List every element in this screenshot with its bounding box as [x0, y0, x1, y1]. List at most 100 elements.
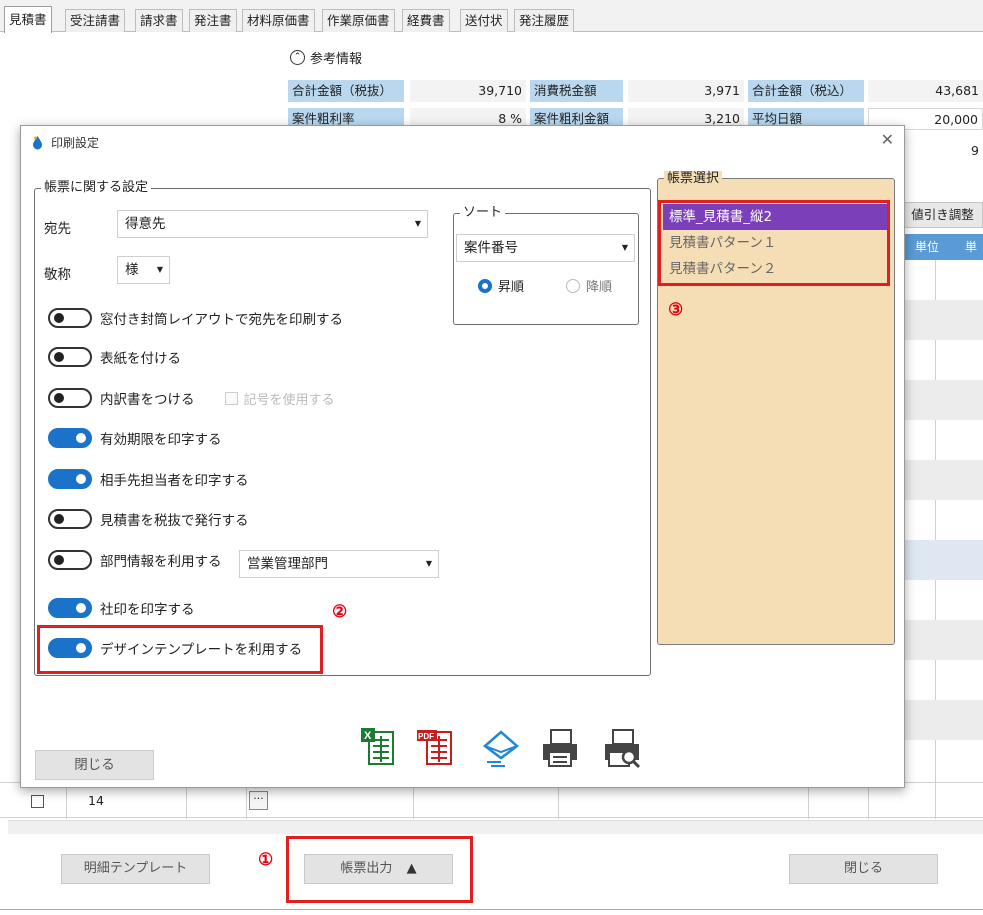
column-divider	[186, 783, 187, 819]
toggle-switch[interactable]	[48, 469, 92, 489]
grid-header-unit: 単位	[915, 240, 940, 254]
mail-icon[interactable]	[479, 726, 523, 770]
total-ex-tax-value: 39,710	[410, 80, 526, 102]
toggle-breakdown[interactable]: 内訳書をつける 記号を使用する	[48, 388, 335, 408]
column-divider	[558, 783, 559, 819]
partial-value: 9	[971, 143, 979, 158]
sort-select[interactable]: 案件番号 ▼	[456, 234, 635, 262]
slip-output-label: 帳票出力	[340, 861, 393, 876]
toggle-switch[interactable]	[48, 388, 92, 408]
toggle-expiry-date[interactable]: 有効期限を印字する	[48, 428, 222, 448]
chevron-down-icon: ▼	[621, 243, 628, 252]
dialog-title-bar: 印刷設定	[31, 134, 99, 151]
column-divider	[935, 783, 936, 819]
total-ex-tax-label: 合計金額（税抜）	[288, 80, 404, 102]
row-detail-button[interactable]: ···	[249, 791, 268, 810]
close-icon[interactable]: ✕	[881, 130, 894, 149]
discount-adjust-button[interactable]: 値引き調整	[902, 202, 983, 228]
department-select[interactable]: 営業管理部門 ▼	[239, 550, 439, 578]
grid-row-band	[905, 620, 983, 660]
tab-work-cost[interactable]: 作業原価書	[322, 9, 395, 32]
toggle-label: 部門情報を利用する	[100, 554, 222, 570]
toggle-cover-page[interactable]: 表紙を付ける	[48, 347, 181, 367]
radio-empty-icon	[566, 278, 580, 293]
column-divider	[246, 783, 247, 819]
honorific-select[interactable]: 様 ▼	[117, 256, 170, 284]
tab-material-cost[interactable]: 材料原価書	[242, 9, 315, 32]
marker-1: ①	[258, 850, 274, 870]
toggle-label: 相手先担当者を印字する	[100, 473, 249, 489]
reference-info-title: 参考情報	[310, 52, 363, 67]
column-divider	[413, 783, 414, 819]
sort-value: 案件番号	[464, 240, 518, 256]
print-settings-dialog: 印刷設定 ✕ 帳票に関する設定 宛先 得意先 ▼ 敬称 様 ▼ ソート 案件番号…	[20, 125, 905, 788]
recipient-select[interactable]: 得意先 ▼	[117, 210, 428, 238]
toggle-window-envelope[interactable]: 窓付き封筒レイアウトで宛先を印刷する	[48, 308, 343, 328]
toggle-company-seal[interactable]: 社印を印字する	[48, 598, 195, 618]
chevron-down-icon: ▼	[156, 265, 163, 274]
tax-amount-value: 3,971	[628, 80, 744, 102]
sort-ascending-label: 昇順	[498, 280, 525, 295]
toggle-contact-person[interactable]: 相手先担当者を印字する	[48, 469, 249, 489]
toggle-label: 有効期限を印字する	[100, 432, 222, 448]
row-checkbox[interactable]	[31, 795, 44, 808]
toggle-switch[interactable]	[48, 308, 92, 328]
toggle-switch[interactable]	[48, 347, 92, 367]
toggle-department-info[interactable]: 部門情報を利用する	[48, 550, 222, 570]
toggle-label: 表紙を付ける	[100, 351, 181, 367]
toggle-switch[interactable]	[48, 509, 92, 529]
toggle-label: 社印を印字する	[100, 602, 195, 618]
total-in-tax-value: 43,681	[868, 80, 983, 102]
chevron-down-icon: ▼	[425, 559, 432, 568]
tab-invoice[interactable]: 請求書	[135, 9, 183, 32]
main-close-button[interactable]: 閉じる	[789, 854, 938, 884]
dialog-close-button[interactable]: 閉じる	[35, 750, 154, 780]
toggle-switch[interactable]	[48, 598, 92, 618]
recipient-label: 宛先	[44, 221, 71, 237]
tab-purchase-order[interactable]: 発注書	[189, 9, 237, 32]
detail-template-button[interactable]: 明細テンプレート	[61, 854, 210, 884]
department-value: 営業管理部門	[247, 556, 328, 572]
recipient-value: 得意先	[125, 216, 166, 232]
horizontal-scrollbar[interactable]	[8, 820, 983, 834]
toggle-label: 窓付き封筒レイアウトで宛先を印刷する	[100, 312, 343, 328]
window-bottom-border	[0, 909, 983, 910]
column-divider	[808, 783, 809, 819]
grid-row-band	[905, 460, 983, 500]
tab-cover-letter[interactable]: 送付状	[460, 9, 508, 32]
toggle-label: 見積書を税抜で発行する	[100, 513, 249, 529]
sort-ascending-radio[interactable]: 昇順	[478, 276, 524, 295]
tab-estimate[interactable]: 見積書	[4, 6, 52, 33]
slip-output-button[interactable]: 帳票出力 ▲	[304, 854, 453, 884]
highlight-frame-slip-list	[658, 200, 890, 286]
grid-row-band	[905, 700, 983, 740]
reference-info-header[interactable]: ⌃ 参考情報	[290, 48, 362, 67]
toggle-label: 内訳書をつける	[100, 392, 195, 408]
use-symbol-label: 記号を使用する	[243, 392, 335, 408]
app-drop-icon	[33, 136, 42, 150]
tab-order-history[interactable]: 発注履歴	[514, 9, 575, 32]
svg-text:X: X	[364, 730, 372, 742]
tab-expense[interactable]: 経費書	[402, 9, 450, 32]
slip-selection-legend: 帳票選択	[664, 171, 723, 186]
highlight-frame-design-template	[37, 625, 323, 674]
radio-selected-icon	[478, 278, 492, 293]
print-preview-icon[interactable]	[599, 726, 643, 770]
excel-icon[interactable]: X	[357, 726, 401, 770]
pdf-icon[interactable]: PDF	[415, 726, 459, 770]
grid-row-band	[905, 380, 983, 420]
total-in-tax-label: 合計金額（税込）	[748, 80, 864, 102]
tab-order-acknowledgement[interactable]: 受注請書	[65, 9, 126, 32]
print-icon[interactable]	[537, 726, 581, 770]
sort-descending-radio[interactable]: 降順	[566, 276, 612, 295]
tax-amount-label: 消費税金額	[530, 80, 623, 102]
toggle-switch[interactable]	[48, 428, 92, 448]
document-settings-legend: 帳票に関する設定	[41, 180, 152, 196]
toggle-tax-exclusive[interactable]: 見積書を税抜で発行する	[48, 509, 249, 529]
marker-3: ③	[668, 300, 684, 320]
column-divider	[868, 783, 869, 819]
collapse-icon[interactable]: ⌃	[290, 50, 305, 65]
toggle-switch[interactable]	[48, 550, 92, 570]
triangle-up-icon: ▲	[406, 861, 417, 876]
sort-group: ソート 案件番号 ▼ 昇順 降順	[453, 205, 639, 325]
